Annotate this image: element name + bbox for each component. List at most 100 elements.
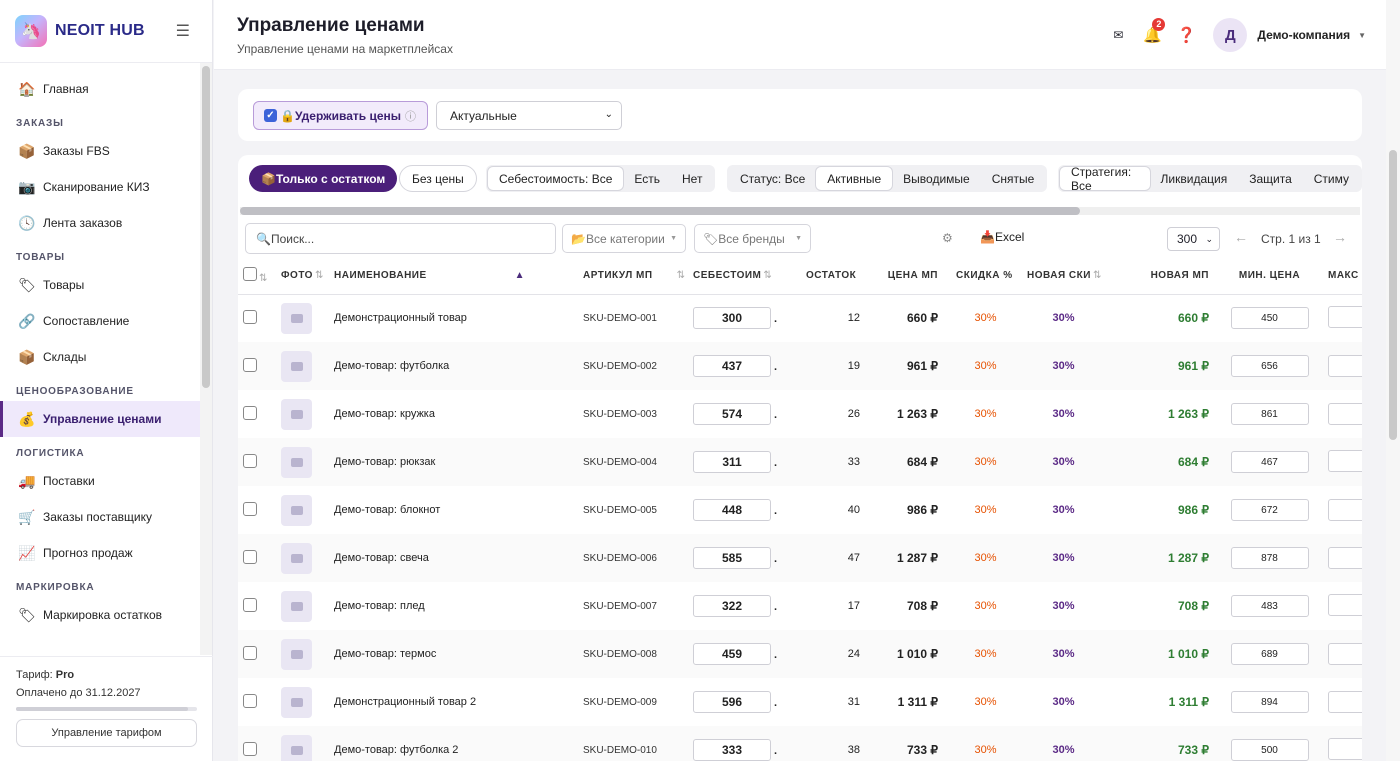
row-checkbox[interactable]	[243, 549, 257, 564]
product-name[interactable]: Демо-товар: футболка 2	[334, 726, 577, 761]
prev-page-button[interactable]: ←	[1234, 229, 1248, 245]
product-name[interactable]: Демо-товар: свеча	[334, 534, 577, 582]
cost-input[interactable]: 448	[693, 499, 771, 521]
col-cost[interactable]: СЕБЕСТОИМ ⇅	[693, 258, 806, 295]
cost-no-option[interactable]: Нет	[671, 167, 713, 190]
select-all-checkbox[interactable]	[243, 267, 257, 282]
table-row[interactable]: Демонстрационный товар SKU-DEMO-001 300 . 1…	[238, 294, 1362, 342]
image-placeholder-icon[interactable]	[281, 734, 312, 761]
sidebar-item-order-feed[interactable]: 🕓 Лента заказов	[0, 205, 200, 241]
hold-prices-toggle[interactable]: ✓ 🔒Удерживать цены ⓘ	[253, 101, 428, 130]
sidebar-item-products[interactable]: 🏷 Товары	[0, 267, 200, 303]
cost-input[interactable]: 459	[693, 643, 771, 665]
only-in-stock-chip[interactable]: 📦Только с остатком	[249, 165, 398, 192]
col-new-price[interactable]: НОВАЯ МП	[1106, 258, 1221, 295]
logo-icon[interactable]: 🦄	[15, 15, 47, 47]
col-photo[interactable]: ФОТО ⇅	[281, 258, 334, 295]
min-price-input[interactable]: 500	[1230, 739, 1309, 761]
sidebar-item-fbs-orders[interactable]: 📦 Заказы FBS	[0, 133, 200, 169]
max-price-input[interactable]	[1328, 593, 1362, 616]
brands-dropdown[interactable]: 🏷Все бренды ▼	[694, 224, 811, 253]
mail-icon[interactable]: ✉	[1101, 28, 1135, 42]
sort-icon[interactable]: ⇅	[677, 270, 686, 281]
status-all-option[interactable]: Статус: Все	[729, 167, 816, 190]
image-placeholder-icon[interactable]	[281, 686, 312, 718]
cost-all-option[interactable]: Себестоимость: Все	[488, 167, 624, 190]
product-name[interactable]: Демо-товар: блокнот	[334, 486, 577, 534]
max-price-input[interactable]: 1	[1328, 643, 1362, 665]
cost-input[interactable]: 437	[693, 355, 771, 377]
no-price-chip[interactable]: Без цены	[399, 165, 477, 192]
max-price-input[interactable]: 1	[1328, 499, 1362, 521]
cost-input[interactable]: 333	[693, 739, 771, 761]
sidebar-scroll-thumb[interactable]	[202, 66, 210, 388]
sidebar-item-home[interactable]: 🏠 Главная	[0, 71, 200, 107]
table-row[interactable]: Демо-товар: блокнот SKU-DEMO-005 448 . 40 98…	[238, 486, 1362, 534]
horizontal-scroll-thumb[interactable]	[240, 207, 1080, 215]
strategy-protection-option[interactable]: Защита	[1238, 167, 1303, 190]
max-price-input[interactable]: 1	[1328, 355, 1362, 377]
manage-tariff-button[interactable]: Управление тарифом	[16, 719, 197, 747]
max-price-input[interactable]	[1328, 449, 1362, 472]
min-price-input[interactable]: 689	[1230, 643, 1309, 665]
sidebar-item-stock-marking[interactable]: 🏷 Маркировка остатков	[0, 597, 200, 633]
sidebar-item-kiz-scan[interactable]: 📷 Сканирование КИЗ	[0, 169, 200, 205]
sort-icon[interactable]: ⇅	[763, 270, 772, 281]
table-row[interactable]: Демо-товар: термос SKU-DEMO-008 459 . 24 1 0…	[238, 630, 1362, 678]
table-row[interactable]: Демонстрационный товар 2 SKU-DEMO-009 596 …	[238, 678, 1362, 726]
product-name[interactable]: Демонстрационный товар 2	[334, 678, 577, 726]
next-page-button[interactable]: →	[1333, 229, 1347, 245]
cost-yes-option[interactable]: Есть	[623, 167, 671, 190]
min-price-input[interactable]: 672	[1230, 499, 1309, 521]
company-name[interactable]: Демо-компания	[1257, 28, 1350, 42]
image-placeholder-icon[interactable]	[281, 350, 312, 382]
image-placeholder-icon[interactable]	[281, 302, 312, 334]
min-price-input[interactable]: 483	[1230, 595, 1309, 617]
product-name[interactable]: Демо-товар: кружка	[334, 390, 577, 438]
table-row[interactable]: Демо-товар: свеча SKU-DEMO-006 585 . 47 1 28…	[238, 534, 1362, 582]
max-price-input[interactable]: 1	[1328, 547, 1362, 569]
table-row[interactable]: Демо-товар: футболка 2 SKU-DEMO-010 333 .3…	[238, 726, 1362, 761]
min-price-input[interactable]: 656	[1230, 355, 1309, 377]
image-placeholder-icon[interactable]	[281, 542, 312, 574]
product-name[interactable]: Демо-товар: рюкзак	[334, 438, 577, 486]
col-new-discount[interactable]: НОВАЯ СКИ ⇅	[1021, 258, 1106, 295]
min-price-input[interactable]: 467	[1230, 451, 1309, 473]
sidebar-item-matching[interactable]: 🔗 Сопоставление	[0, 303, 200, 339]
help-icon[interactable]: ❓	[1169, 26, 1203, 44]
col-min-price[interactable]: МИН. ЦЕНА	[1221, 258, 1318, 295]
status-active-option[interactable]: Активные	[816, 167, 893, 190]
cost-input[interactable]: 300	[693, 307, 771, 330]
image-placeholder-icon[interactable]	[281, 398, 312, 430]
min-price-input[interactable]: 894	[1230, 691, 1309, 713]
cost-input[interactable]: 596	[693, 691, 771, 713]
max-price-input[interactable]	[1328, 737, 1362, 760]
chevron-down-icon[interactable]: ▼	[1358, 31, 1366, 40]
excel-export-button[interactable]: 📥Excel	[980, 230, 1024, 244]
page-scroll-thumb[interactable]	[1389, 150, 1397, 440]
categories-dropdown[interactable]: 📂Все категории ▼	[562, 224, 686, 253]
notifications-bell-icon[interactable]: 🔔 2	[1135, 18, 1169, 44]
row-checkbox[interactable]	[243, 501, 257, 516]
hold-prices-checkbox[interactable]: ✓	[264, 109, 277, 122]
cost-input[interactable]: 311	[693, 451, 771, 473]
image-placeholder-icon[interactable]	[281, 590, 312, 622]
col-discount[interactable]: СКИДКА %	[950, 258, 1021, 295]
row-checkbox[interactable]	[243, 645, 257, 660]
cost-input[interactable]: 574	[693, 403, 771, 425]
min-price-input[interactable]: 861	[1230, 403, 1309, 425]
strategy-liquidation-option[interactable]: Ликвидация	[1150, 167, 1239, 190]
table-row[interactable]: Демо-товар: футболка SKU-DEMO-002 437 . 19 9…	[238, 342, 1362, 390]
status-select[interactable]: Актуальные ⌄	[436, 101, 622, 130]
image-placeholder-icon[interactable]	[281, 638, 312, 670]
menu-toggle-icon[interactable]: ☰	[176, 21, 190, 41]
sort-icon[interactable]: ⇅	[259, 273, 268, 284]
image-placeholder-icon[interactable]	[281, 446, 312, 478]
sidebar-item-sales-forecast[interactable]: 📈 Прогноз продаж	[0, 535, 200, 571]
row-checkbox[interactable]	[243, 357, 257, 372]
max-price-input[interactable]: 1	[1328, 691, 1362, 713]
strategy-stimulus-option[interactable]: Стиму	[1303, 167, 1360, 190]
table-row[interactable]: Демо-товар: рюкзак SKU-DEMO-004 311 . 33 684…	[238, 438, 1362, 486]
col-stock[interactable]: ОСТАТОК	[806, 258, 874, 295]
min-price-input[interactable]: 878	[1230, 547, 1309, 569]
